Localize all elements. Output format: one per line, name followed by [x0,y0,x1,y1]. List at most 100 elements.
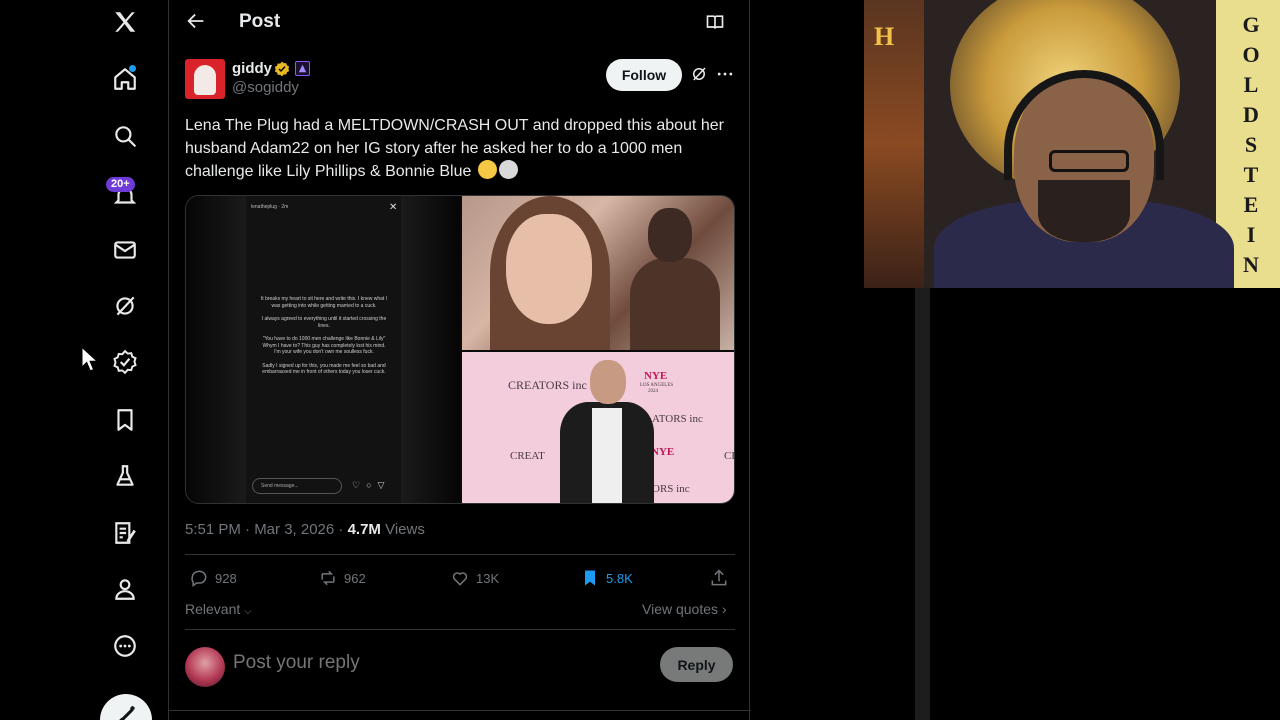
photo-figure-face [648,208,692,262]
verified-badge-icon [274,61,290,77]
banner-letter: D [1243,102,1259,127]
post-media[interactable]: lenatheplug · 2m ✕ It breaks my heart to… [185,195,735,504]
couple-photo-image[interactable] [462,196,734,350]
divider [169,710,751,711]
backdrop-text: CREAT [510,450,545,462]
notifications-badge: 20+ [106,177,135,192]
story-user-name: lenatheplug [251,204,277,210]
labs-icon[interactable] [109,460,141,492]
story-paragraph: It breaks my heart to sit here and write… [260,296,388,309]
follow-button[interactable]: Follow [606,59,682,91]
repost-action[interactable]: 962 [318,568,366,588]
author-avatar[interactable] [185,59,225,99]
post-text: Lena The Plug had a MELTDOWN/CRASH OUT a… [185,114,735,183]
story-text: It breaks my heart to sit here and write… [260,296,388,383]
photo-figure-head [590,360,626,404]
profile-icon[interactable] [109,573,141,605]
backdrop-text: 2024 [648,389,658,394]
divider [185,554,735,555]
more-options-icon[interactable] [715,64,735,89]
like-count: 13K [476,570,500,586]
photo-figure-shirt [592,408,622,503]
story-paragraph: Sadly I signed up for this, you made me … [262,362,386,376]
banner-letter: I [1246,222,1256,247]
story-send-message-field: Send message... [252,478,342,494]
compose-icon [119,706,135,720]
banner-letter: N [1243,252,1259,277]
repost-count: 962 [344,570,366,586]
divider [185,629,735,630]
mouse-cursor-icon [76,345,102,377]
like-action[interactable]: 13K [450,568,499,588]
search-icon[interactable] [109,120,141,152]
home-icon[interactable] [109,63,141,95]
page-title: Post [239,11,281,32]
compose-button[interactable] [100,694,152,720]
story-time: 2m [281,204,289,210]
story-frame: lenatheplug · 2m ✕ It breaks my heart to… [246,196,401,503]
bookmark-action[interactable]: 5.8K [580,568,633,588]
backdrop-text: NYE [644,370,668,382]
sort-replies-dropdown[interactable]: Relevant ⌵ [185,601,252,617]
author-handle[interactable]: @sogiddy [232,79,299,96]
share-icon [711,569,727,586]
view-quotes-label: View quotes [642,601,719,617]
banner-letter: T [1243,162,1259,187]
views-count: 4.7M [347,521,381,538]
home-notification-dot [129,65,136,72]
crying-emoji-icon [477,160,497,179]
messages-icon[interactable] [109,234,141,266]
photo-figure-body [630,258,720,350]
backdrop-text: CREATORS inc [508,378,587,392]
reply-button[interactable]: Reply [660,647,733,682]
articles-icon[interactable] [109,517,141,549]
post-timestamp[interactable]: 5:51 PM · Mar 3, 2026 · [185,521,348,538]
backdrop-text: ATORS inc [652,413,703,425]
streamer-beard [1038,180,1130,242]
story-paragraph: I always agreed to everything until it s… [261,316,387,329]
affiliate-badge-icon [295,61,310,76]
chevron-right-icon: › [721,601,727,617]
bookmark-count: 5.8K [606,570,633,586]
view-quotes-link[interactable]: View quotes › [642,601,727,617]
backdrop-text: NYE [651,446,675,458]
banner-letter: L [1243,72,1259,97]
left-navigation: 20+ [0,0,168,720]
like-icon [452,572,468,586]
photo-figure-face [506,214,592,324]
story-action-icons: ♡○▽ [352,480,391,490]
banner-letter: S [1244,132,1258,157]
more-icon[interactable] [109,630,141,662]
reader-mode-icon[interactable] [705,12,725,37]
story-close-icon: ✕ [389,202,398,213]
backdrop-text: LOS ANGELES [640,383,674,388]
skull-emoji-icon [498,160,518,179]
reply-action[interactable]: 928 [189,568,237,588]
author-display-name[interactable]: giddy [232,60,272,77]
banner-letter: O [1242,42,1260,67]
story-screenshot-image[interactable]: lenatheplug · 2m ✕ It breaks my heart to… [186,196,460,503]
window-edge [915,288,930,720]
premium-icon[interactable] [109,346,141,378]
x-logo-icon[interactable] [109,6,141,38]
post-actions: 928 962 13K 5.8K [185,568,735,592]
chevron-down-icon: ⌵ [244,606,252,617]
event-photo-image[interactable]: CREATORS inc NYE LOS ANGELES 2024 ATORS … [462,352,734,503]
repost-icon [321,570,335,586]
story-username: lenatheplug · 2m [251,204,289,210]
post-column: Post giddy @sogiddy Follow Lena The Plug… [168,0,751,720]
post-meta: 5:51 PM · Mar 3, 2026 · 4.7M Views [185,521,425,538]
post-text-body: Lena The Plug had a MELTDOWN/CRASH OUT a… [185,117,724,180]
current-user-avatar[interactable] [185,647,225,687]
back-arrow-icon[interactable] [185,10,207,37]
bookmarks-icon[interactable] [109,404,141,436]
grok-explain-icon[interactable] [690,65,708,88]
reply-input[interactable] [233,652,633,674]
banner-letter: G [1242,12,1260,37]
grok-icon[interactable] [109,290,141,322]
backdrop-text: CR [724,450,734,462]
reply-count: 928 [215,570,237,586]
share-action[interactable] [709,568,729,588]
webcam-overlay: H G O L D S T E I N [864,0,1280,288]
story-paragraph: "You have to do 1000 men challenge like … [262,336,386,355]
